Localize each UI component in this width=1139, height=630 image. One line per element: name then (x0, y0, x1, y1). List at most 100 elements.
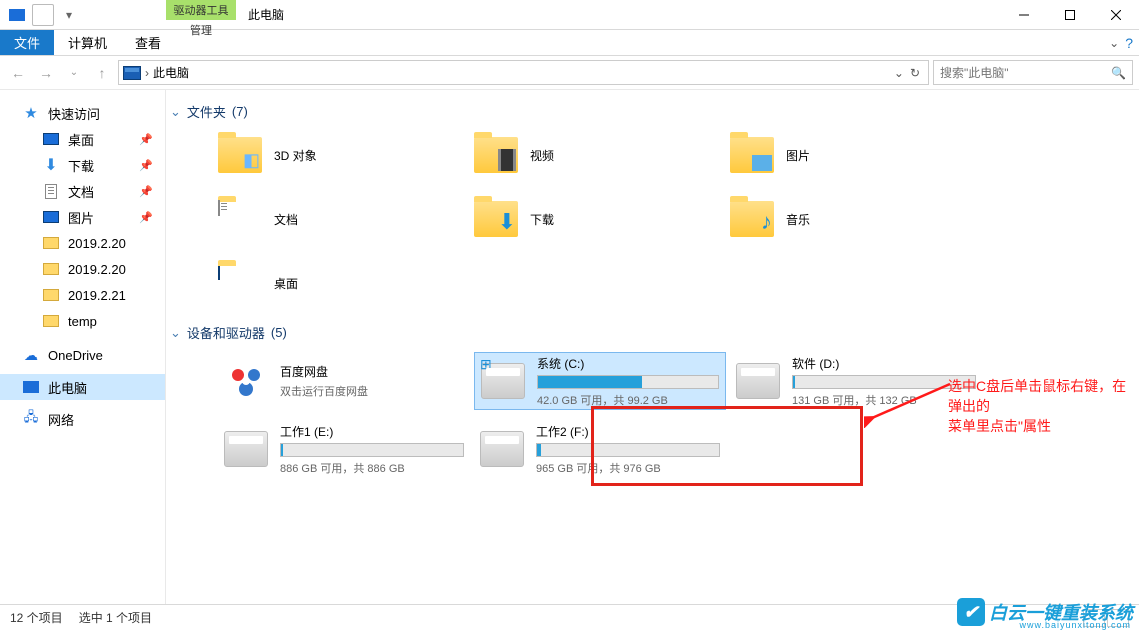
contextual-tab-group: 驱动器工具 管理 (166, 0, 236, 30)
sidebar-desktop[interactable]: 桌面📌 (0, 126, 165, 152)
folder-desktop[interactable]: 桌面 (218, 259, 474, 307)
group-devices[interactable]: ⌄ 设备和驱动器 (5) (170, 319, 1135, 352)
drive-tools-label: 驱动器工具 (166, 0, 236, 20)
tab-file[interactable]: 文件 (0, 30, 54, 55)
help-icon[interactable]: ? (1125, 35, 1133, 51)
drive-icon (224, 431, 268, 467)
sidebar-quick-access[interactable]: ★快速访问 (0, 100, 165, 126)
search-box[interactable]: 🔍 (933, 60, 1133, 85)
address-bar[interactable]: › 此电脑 ⌄ ↻ (118, 60, 929, 85)
minimize-button[interactable] (1001, 0, 1047, 30)
selected-count: 选中 1 个项目 (79, 609, 152, 626)
pin-icon: 📌 (139, 159, 153, 172)
back-button[interactable]: ← (6, 61, 30, 85)
chevron-down-icon: ⌄ (170, 325, 181, 341)
recent-dropdown-icon[interactable]: ⌄ (62, 61, 86, 85)
maximize-button[interactable] (1047, 0, 1093, 30)
navigation-pane: ★快速访问 桌面📌 ⬇下载📌 文档📌 图片📌 2019.2.20 2019.2.… (0, 90, 166, 604)
drive-icon (736, 363, 780, 399)
drive-c[interactable]: ⊞ 系统 (C:) 42.0 GB 可用，共 99.2 GB (474, 352, 726, 410)
usage-bar (280, 443, 464, 457)
sidebar-folder-1[interactable]: 2019.2.20 (0, 230, 165, 256)
folder-icon (218, 265, 262, 301)
item-count: 12 个项目 (10, 609, 63, 626)
network-icon: 🖧 (22, 410, 40, 428)
pc-icon (22, 378, 40, 396)
pin-icon: 📌 (139, 185, 153, 198)
properties-icon[interactable] (32, 4, 54, 26)
main-area: ★快速访问 桌面📌 ⬇下载📌 文档📌 图片📌 2019.2.20 2019.2.… (0, 90, 1139, 604)
addr-dropdown-icon[interactable]: ⌄ (894, 66, 904, 80)
folder-icon: ⬇ (474, 201, 518, 237)
sidebar-documents[interactable]: 文档📌 (0, 178, 165, 204)
cloud-icon: ☁ (22, 346, 40, 364)
watermark-icon: ✔ (957, 598, 985, 626)
desktop-icon (42, 130, 60, 148)
qat-dropdown-icon[interactable]: ▾ (58, 4, 80, 26)
arrow-icon (864, 378, 954, 428)
baidu-icon (224, 359, 268, 403)
sidebar-this-pc[interactable]: 此电脑 (0, 374, 165, 400)
title-bar: ▾ 驱动器工具 管理 此电脑 (0, 0, 1139, 30)
sidebar-pictures[interactable]: 图片📌 (0, 204, 165, 230)
pin-icon: 📌 (139, 211, 153, 224)
folder-icon (42, 234, 60, 252)
folder-icon: ♪ (730, 201, 774, 237)
folder-icon (474, 137, 518, 173)
content-pane: ⌄ 文件夹 (7) ◧3D 对象 视频 图片 文档 ⬇下载 ♪音乐 桌面 ⌄ 设… (166, 90, 1139, 604)
ribbon-collapse-icon[interactable]: ⌄ (1109, 36, 1119, 50)
search-icon[interactable]: 🔍 (1111, 66, 1126, 80)
sidebar-network[interactable]: 🖧网络 (0, 406, 165, 432)
folder-icon (42, 260, 60, 278)
folder-videos[interactable]: 视频 (474, 131, 730, 179)
sidebar-folder-3[interactable]: 2019.2.21 (0, 282, 165, 308)
manage-label: 管理 (166, 20, 236, 40)
refresh-icon[interactable]: ↻ (906, 66, 924, 80)
pin-icon: 📌 (139, 133, 153, 146)
ribbon-tabs: 文件 计算机 查看 ⌄ ? (0, 30, 1139, 56)
folder-icon (730, 137, 774, 173)
watermark-url: www.baiyunxitong.com (1019, 620, 1131, 630)
tab-view[interactable]: 查看 (121, 30, 175, 55)
sidebar-downloads[interactable]: ⬇下载📌 (0, 152, 165, 178)
group-folders[interactable]: ⌄ 文件夹 (7) (170, 98, 1135, 131)
pictures-icon (42, 208, 60, 226)
folder-3d-objects[interactable]: ◧3D 对象 (218, 131, 474, 179)
forward-button[interactable]: → (34, 61, 58, 85)
pc-icon (6, 4, 28, 26)
window-title: 此电脑 (248, 6, 284, 23)
folder-downloads[interactable]: ⬇下载 (474, 195, 730, 243)
folder-music[interactable]: ♪音乐 (730, 195, 986, 243)
folder-pictures[interactable]: 图片 (730, 131, 986, 179)
quick-access-toolbar: ▾ (0, 4, 86, 26)
star-icon: ★ (22, 104, 40, 122)
usage-bar (537, 375, 719, 389)
drive-tools-tab[interactable]: 驱动器工具 管理 (166, 0, 236, 30)
breadcrumb-root[interactable]: 此电脑 (153, 64, 189, 81)
up-button[interactable]: ↑ (90, 61, 114, 85)
chevron-down-icon: ⌄ (170, 104, 181, 120)
pc-icon (123, 66, 141, 80)
annotation-text: 选中C盘后单击鼠标右键，在弹出的 菜单里点击"属性 (948, 376, 1139, 436)
folder-documents[interactable]: 文档 (218, 195, 474, 243)
sidebar-folder-2[interactable]: 2019.2.20 (0, 256, 165, 282)
navigation-bar: ← → ⌄ ↑ › 此电脑 ⌄ ↻ 🔍 (0, 56, 1139, 90)
folder-icon: ◧ (218, 137, 262, 173)
tab-computer[interactable]: 计算机 (54, 30, 121, 55)
folder-icon (42, 312, 60, 330)
drive-icon: ⊞ (481, 363, 525, 399)
sidebar-onedrive[interactable]: ☁OneDrive (0, 342, 165, 368)
document-icon (42, 182, 60, 200)
drive-baidu[interactable]: 百度网盘 双击运行百度网盘 (218, 352, 470, 410)
close-button[interactable] (1093, 0, 1139, 30)
window-controls (1001, 0, 1139, 30)
drive-icon (480, 431, 524, 467)
download-icon: ⬇ (42, 156, 60, 174)
highlight-box (591, 406, 863, 486)
folder-icon (42, 286, 60, 304)
folders-grid: ◧3D 对象 视频 图片 文档 ⬇下载 ♪音乐 桌面 (170, 131, 1135, 307)
folder-icon (218, 201, 262, 237)
search-input[interactable] (940, 66, 1111, 80)
drive-e[interactable]: 工作1 (E:) 886 GB 可用，共 886 GB (218, 420, 470, 478)
sidebar-folder-4[interactable]: temp (0, 308, 165, 334)
